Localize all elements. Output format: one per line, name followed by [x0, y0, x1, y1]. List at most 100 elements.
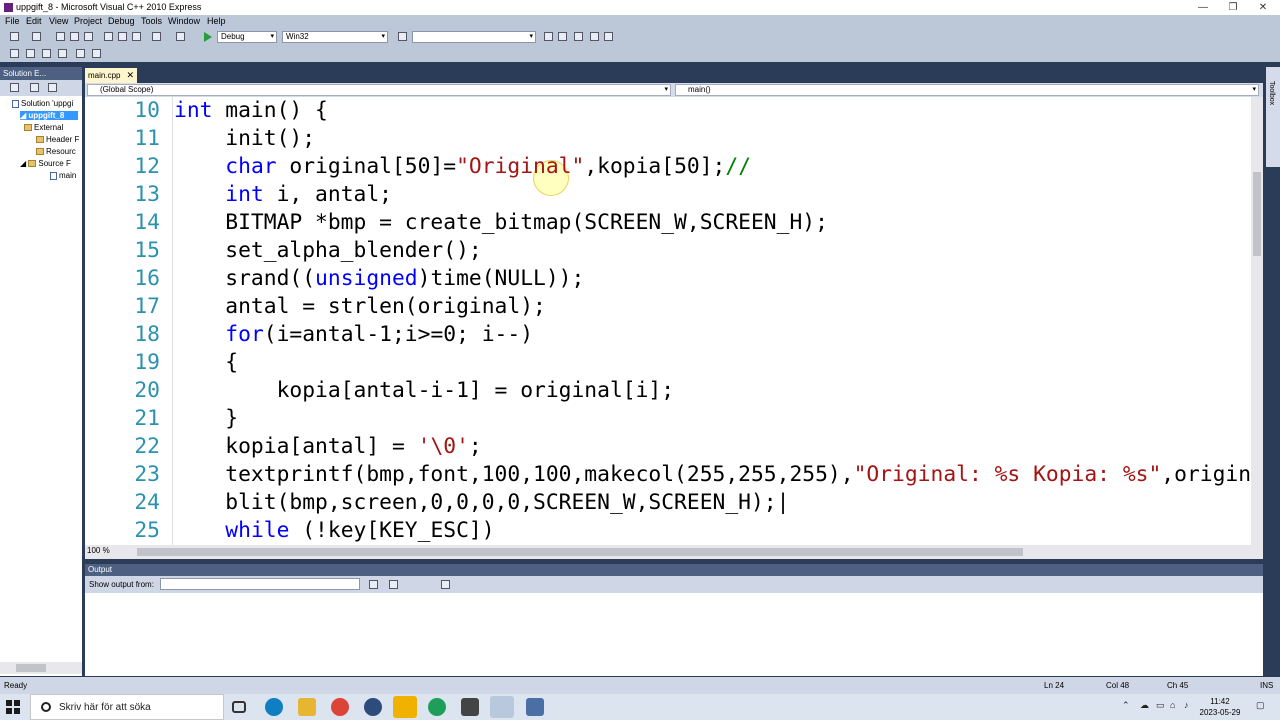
undo-icon[interactable] [152, 32, 161, 41]
word-wrap-icon[interactable] [441, 580, 450, 589]
add-item-icon[interactable] [32, 32, 41, 41]
chrome-icon[interactable] [331, 698, 349, 716]
menu-file[interactable]: File [5, 16, 20, 26]
battery-icon[interactable]: ▭ [1156, 700, 1165, 711]
menu-debug[interactable]: Debug [108, 16, 135, 26]
scope-select[interactable]: (Global Scope) ▾ [87, 84, 671, 96]
tree-solution[interactable]: Solution 'uppgi [12, 99, 80, 108]
find-combo[interactable]: ▾ [412, 31, 536, 43]
line-number: 25 [134, 518, 160, 543]
close-tab-icon[interactable]: ✕ [126, 70, 134, 81]
outdent-icon[interactable] [58, 49, 67, 58]
menu-project[interactable]: Project [74, 16, 102, 26]
tree-folder-resource[interactable]: Resourc [36, 147, 82, 156]
menu-tools[interactable]: Tools [141, 16, 162, 26]
code-token: (i=antal-1;i>=0; i--) [263, 322, 534, 347]
platform-select[interactable]: Win32 ▾ [282, 31, 388, 43]
notifications-icon[interactable]: ▢ [1256, 700, 1265, 711]
network-icon[interactable]: ⌂ [1170, 700, 1175, 710]
cut-icon[interactable] [104, 32, 113, 41]
tree-folder-external[interactable]: External [24, 123, 82, 132]
toolbox-strip[interactable]: Toolbox [1266, 67, 1280, 167]
properties-icon[interactable] [10, 83, 19, 92]
maximize-button[interactable]: ❐ [1218, 0, 1248, 15]
calculator-icon[interactable] [461, 698, 479, 716]
scroll-thumb[interactable] [1253, 172, 1261, 256]
show-all-files-icon[interactable] [30, 83, 39, 92]
tray-chevron-icon[interactable]: ⌃ [1122, 700, 1130, 711]
uncomment-icon[interactable] [92, 49, 101, 58]
title-bar: uppgift_8 - Microsoft Visual C++ 2010 Ex… [0, 0, 1280, 15]
clear-all-icon[interactable] [389, 580, 398, 589]
parameter-info-icon[interactable] [26, 49, 35, 58]
tree-folder-header[interactable]: Header F [36, 135, 82, 144]
tab-main-cpp[interactable]: main.cpp ✕ [85, 68, 137, 83]
volume-icon[interactable]: ♪ [1184, 700, 1189, 710]
new-project-icon[interactable] [10, 32, 19, 41]
properties-icon[interactable] [558, 32, 567, 41]
start-page-icon[interactable] [590, 32, 599, 41]
taskbar-clock[interactable]: 11:42 2023-05-29 [1198, 696, 1242, 718]
open-file-icon[interactable] [56, 32, 65, 41]
media-app-icon[interactable] [364, 698, 382, 716]
menu-window[interactable]: Window [168, 16, 200, 26]
refresh-icon[interactable] [48, 83, 57, 92]
taskbar: Skriv här för att söka ⌃ ☁ ▭ ⌂ ♪ 11:42 2… [0, 694, 1280, 720]
output-title: Output [85, 564, 1263, 576]
output-toolbar: Show output from: [85, 576, 1263, 593]
code-text: for(i=antal-1;i>=0; i--) [174, 321, 533, 349]
edge-icon[interactable] [265, 698, 283, 716]
window-app-icon[interactable] [526, 698, 544, 716]
menu-edit[interactable]: Edit [26, 16, 42, 26]
copy-icon[interactable] [118, 32, 127, 41]
save-all-icon[interactable] [84, 32, 93, 41]
code-text-area[interactable]: 10 int main() {11 init(); 12 char original… [85, 97, 1251, 545]
zoom-level[interactable]: 100 % [85, 546, 133, 557]
line-number: 14 [134, 210, 160, 235]
code-text: int i, antal; [174, 181, 392, 209]
network-app-icon[interactable] [428, 698, 446, 716]
editor-vscrollbar[interactable] [1251, 97, 1263, 545]
editor-hscrollbar[interactable]: 100 % [85, 545, 1263, 559]
code-token: srand(( [174, 266, 316, 291]
tree-folder-source[interactable]: ◢ Source F [20, 159, 82, 168]
recorder-app-icon[interactable] [393, 696, 417, 718]
find-in-files-icon[interactable] [398, 32, 407, 41]
solution-hscrollbar[interactable] [0, 662, 82, 674]
configuration-select[interactable]: Debug ▾ [217, 31, 277, 43]
toolbox-icon[interactable] [574, 32, 583, 41]
menu-view[interactable]: View [49, 16, 68, 26]
solution-explorer-icon[interactable] [544, 32, 553, 41]
scroll-thumb[interactable] [137, 548, 1023, 556]
extensions-icon[interactable] [604, 32, 613, 41]
navigation-bar: (Global Scope) ▾ main() ▾ [85, 83, 1263, 97]
redo-icon[interactable] [176, 32, 185, 41]
save-icon[interactable] [70, 32, 79, 41]
output-source-select[interactable] [160, 578, 360, 590]
find-message-icon[interactable] [369, 580, 378, 589]
menu-help[interactable]: Help [207, 16, 226, 26]
windows-start-icon[interactable] [6, 700, 20, 714]
code-line: 22 kopia[antal] = '\0'; [85, 433, 1251, 461]
close-button[interactable]: ✕ [1248, 0, 1278, 15]
code-line: 23 textprintf(bmp,font,100,100,makecol(2… [85, 461, 1251, 489]
tree-project[interactable]: ◢ uppgift_8 [20, 111, 78, 120]
visual-studio-taskbar-icon[interactable] [490, 696, 514, 718]
file-explorer-icon[interactable] [298, 698, 316, 716]
minimize-button[interactable]: — [1188, 0, 1218, 15]
task-view-icon[interactable] [232, 701, 246, 713]
onedrive-icon[interactable]: ☁ [1140, 700, 1149, 711]
tree-file-main[interactable]: main [50, 171, 82, 180]
taskbar-search[interactable]: Skriv här för att söka [30, 694, 224, 720]
paste-icon[interactable] [132, 32, 141, 41]
start-debugging-icon[interactable] [204, 32, 212, 42]
comment-icon[interactable] [76, 49, 85, 58]
status-bar: Ready Ln 24 Col 48 Ch 45 INS [0, 677, 1280, 694]
word-complete-icon[interactable] [42, 49, 51, 58]
scroll-thumb[interactable] [16, 664, 46, 672]
quick-info-icon[interactable] [10, 49, 19, 58]
function-select[interactable]: main() ▾ [675, 84, 1259, 96]
line-number: 18 [134, 322, 160, 347]
search-icon [41, 702, 51, 712]
